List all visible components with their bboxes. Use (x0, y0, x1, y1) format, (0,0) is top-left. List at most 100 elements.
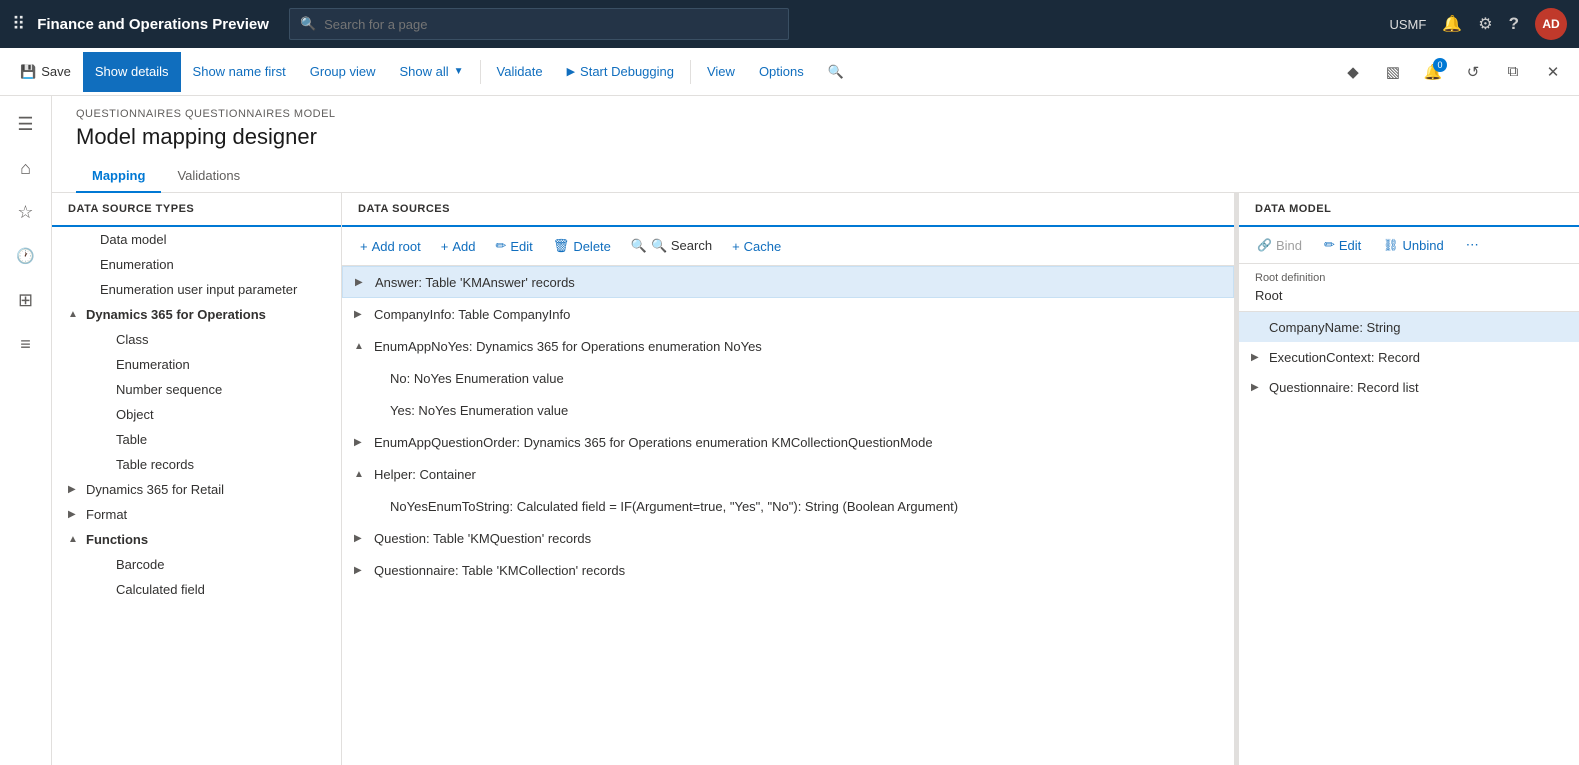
bind-button[interactable]: 🔗 Bind (1247, 234, 1312, 257)
company-label: USMF (1390, 17, 1427, 32)
datamodel-header: DATA MODEL (1239, 193, 1579, 227)
add-root-icon: + (360, 239, 368, 254)
global-search-box[interactable]: 🔍 (289, 8, 789, 40)
ds-item-enumappnoyes[interactable]: ▲ EnumAppNoYes: Dynamics 365 for Operati… (342, 330, 1234, 362)
ds-item-questionnaire[interactable]: ▶ Questionnaire: Table 'KMCollection' re… (342, 554, 1234, 586)
chevron-icon: ▶ (354, 437, 368, 448)
sidebar-item-workspaces[interactable]: ⊞ (6, 280, 46, 320)
chevron-icon: ▶ (1251, 352, 1265, 363)
dst-item-object[interactable]: Object (52, 402, 341, 427)
sidebar-item-modules[interactable]: ≡ (6, 324, 46, 364)
cache-button[interactable]: + Cache (722, 234, 791, 259)
dst-item-enum-user-input[interactable]: Enumeration user input parameter (52, 277, 341, 302)
ds-item-question[interactable]: ▶ Question: Table 'KMQuestion' records (342, 522, 1234, 554)
cmd-separator-2 (690, 60, 691, 84)
bell-icon[interactable]: 🔔 (1442, 14, 1462, 34)
cmd-right-icons: ◆ ▧ 🔔 0 ↺ ⧉ ✕ (1335, 54, 1571, 90)
ds-item-enumappquestionorder[interactable]: ▶ EnumAppQuestionOrder: Dynamics 365 for… (342, 426, 1234, 458)
user-avatar[interactable]: AD (1535, 8, 1567, 40)
search-cmd-icon: 🔍 (828, 64, 844, 80)
save-icon: 💾 (20, 64, 36, 80)
edit-pencil-icon: ✏ (1324, 237, 1335, 253)
show-details-button[interactable]: Show details (83, 52, 181, 92)
app-grid-icon[interactable]: ⠿ (12, 14, 25, 35)
validate-button[interactable]: Validate (485, 52, 555, 92)
add-button[interactable]: + Add (431, 234, 486, 259)
search-button[interactable]: 🔍 🔍 Search (621, 233, 722, 259)
dst-item-d365-operations[interactable]: ▲ Dynamics 365 for Operations (52, 302, 341, 327)
ds-item-yes[interactable]: Yes: NoYes Enumeration value (342, 394, 1234, 426)
close-icon-button[interactable]: ✕ (1535, 54, 1571, 90)
dst-item-d365-retail[interactable]: ▶ Dynamics 365 for Retail (52, 477, 341, 502)
ds-item-noyesenumtostring[interactable]: NoYesEnumToString: Calculated field = IF… (342, 490, 1234, 522)
dm-edit-button[interactable]: ✏ Edit (1314, 233, 1371, 257)
group-view-button[interactable]: Group view (298, 52, 388, 92)
chevron-expand-icon: ▲ (354, 469, 368, 480)
show-name-first-button[interactable]: Show name first (181, 52, 298, 92)
dst-item-format[interactable]: ▶ Format (52, 502, 341, 527)
edit-icon: ✏ (495, 238, 506, 254)
panel-icon-button[interactable]: ▧ (1375, 54, 1411, 90)
search-cmd-button[interactable]: 🔍 (816, 52, 856, 92)
datasource-types-panel: DATA SOURCE TYPES Data model Enumeration… (52, 193, 342, 765)
delete-icon: 🗑 (553, 238, 570, 254)
ds-item-answer[interactable]: ▶ Answer: Table 'KMAnswer' records (342, 266, 1234, 298)
chevron-expand-icon: ▲ (68, 534, 82, 545)
sidebar-item-home[interactable]: ⌂ (6, 148, 46, 188)
options-button[interactable]: Options (747, 52, 816, 92)
chevron-expand-icon: ▲ (354, 341, 368, 352)
chevron-collapse-icon: ▶ (68, 484, 82, 495)
notification-badge-button[interactable]: 🔔 0 (1415, 54, 1451, 90)
sidebar-item-recent[interactable]: 🕐 (6, 236, 46, 276)
view-button[interactable]: View (695, 52, 747, 92)
help-icon[interactable]: ? (1509, 14, 1519, 34)
refresh-icon-button[interactable]: ↺ (1455, 54, 1491, 90)
dst-item-enumeration[interactable]: Enumeration (52, 252, 341, 277)
show-all-chevron-icon: ▼ (454, 66, 464, 77)
search-input[interactable] (324, 17, 778, 32)
ds-item-helper[interactable]: ▲ Helper: Container (342, 458, 1234, 490)
tab-validations[interactable]: Validations (161, 160, 256, 193)
chevron-icon: ▶ (1251, 382, 1265, 393)
settings-icon[interactable]: ⚙ (1478, 14, 1492, 34)
save-button[interactable]: 💾 Save (8, 52, 83, 92)
breadcrumb: QUESTIONNAIRES QUESTIONNAIRES MODEL (76, 108, 1555, 120)
page-header: QUESTIONNAIRES QUESTIONNAIRES MODEL Mode… (52, 96, 1579, 193)
dst-item-barcode[interactable]: Barcode (52, 552, 341, 577)
tab-mapping[interactable]: Mapping (76, 160, 161, 193)
start-debugging-button[interactable]: ▶ Start Debugging (555, 52, 686, 92)
dm-item-executioncontext[interactable]: ▶ ExecutionContext: Record (1239, 342, 1579, 372)
dst-item-calculated-field[interactable]: Calculated field (52, 577, 341, 602)
dst-item-class[interactable]: Class (52, 327, 341, 352)
add-root-button[interactable]: + Add root (350, 234, 431, 259)
datasources-panel: DATA SOURCES + Add root + Add ✏ Edit (342, 193, 1235, 765)
search-icon: 🔍 (631, 238, 647, 254)
page-tabs: Mapping Validations (76, 160, 1555, 192)
more-button[interactable]: ⋯ (1456, 233, 1489, 257)
dm-item-questionnaire[interactable]: ▶ Questionnaire: Record list (1239, 372, 1579, 402)
restore-icon-button[interactable]: ⧉ (1495, 54, 1531, 90)
unbind-button[interactable]: ⛓ Unbind (1373, 234, 1453, 257)
dst-item-enum-2[interactable]: Enumeration (52, 352, 341, 377)
root-definition-section: Root definition Root (1239, 264, 1579, 312)
datasources-header: DATA SOURCES (342, 193, 1234, 227)
top-navigation-bar: ⠿ Finance and Operations Preview 🔍 USMF … (0, 0, 1579, 48)
datamodel-panel: DATA MODEL 🔗 Bind ✏ Edit ⛓ Unbind (1239, 193, 1579, 765)
left-sidebar: ☰ ⌂ ☆ 🕐 ⊞ ≡ (0, 96, 52, 765)
delete-button[interactable]: 🗑 Delete (543, 233, 621, 259)
dst-item-functions[interactable]: ▲ Functions (52, 527, 341, 552)
dm-item-companyname[interactable]: CompanyName: String (1239, 312, 1579, 342)
edit-button[interactable]: ✏ Edit (485, 233, 542, 259)
show-all-button[interactable]: Show all ▼ (388, 52, 476, 92)
dst-item-data-model[interactable]: Data model (52, 227, 341, 252)
datamodel-toolbar: 🔗 Bind ✏ Edit ⛓ Unbind ⋯ (1239, 227, 1579, 264)
sidebar-item-hamburger[interactable]: ☰ (6, 104, 46, 144)
diamond-icon-button[interactable]: ◆ (1335, 54, 1371, 90)
dst-item-table[interactable]: Table (52, 427, 341, 452)
ds-item-companyinfo[interactable]: ▶ CompanyInfo: Table CompanyInfo (342, 298, 1234, 330)
datasources-toolbar: + Add root + Add ✏ Edit 🗑 Delete (342, 227, 1234, 266)
dst-item-number-seq[interactable]: Number sequence (52, 377, 341, 402)
ds-item-no[interactable]: No: NoYes Enumeration value (342, 362, 1234, 394)
sidebar-item-favorites[interactable]: ☆ (6, 192, 46, 232)
dst-item-table-records[interactable]: Table records (52, 452, 341, 477)
